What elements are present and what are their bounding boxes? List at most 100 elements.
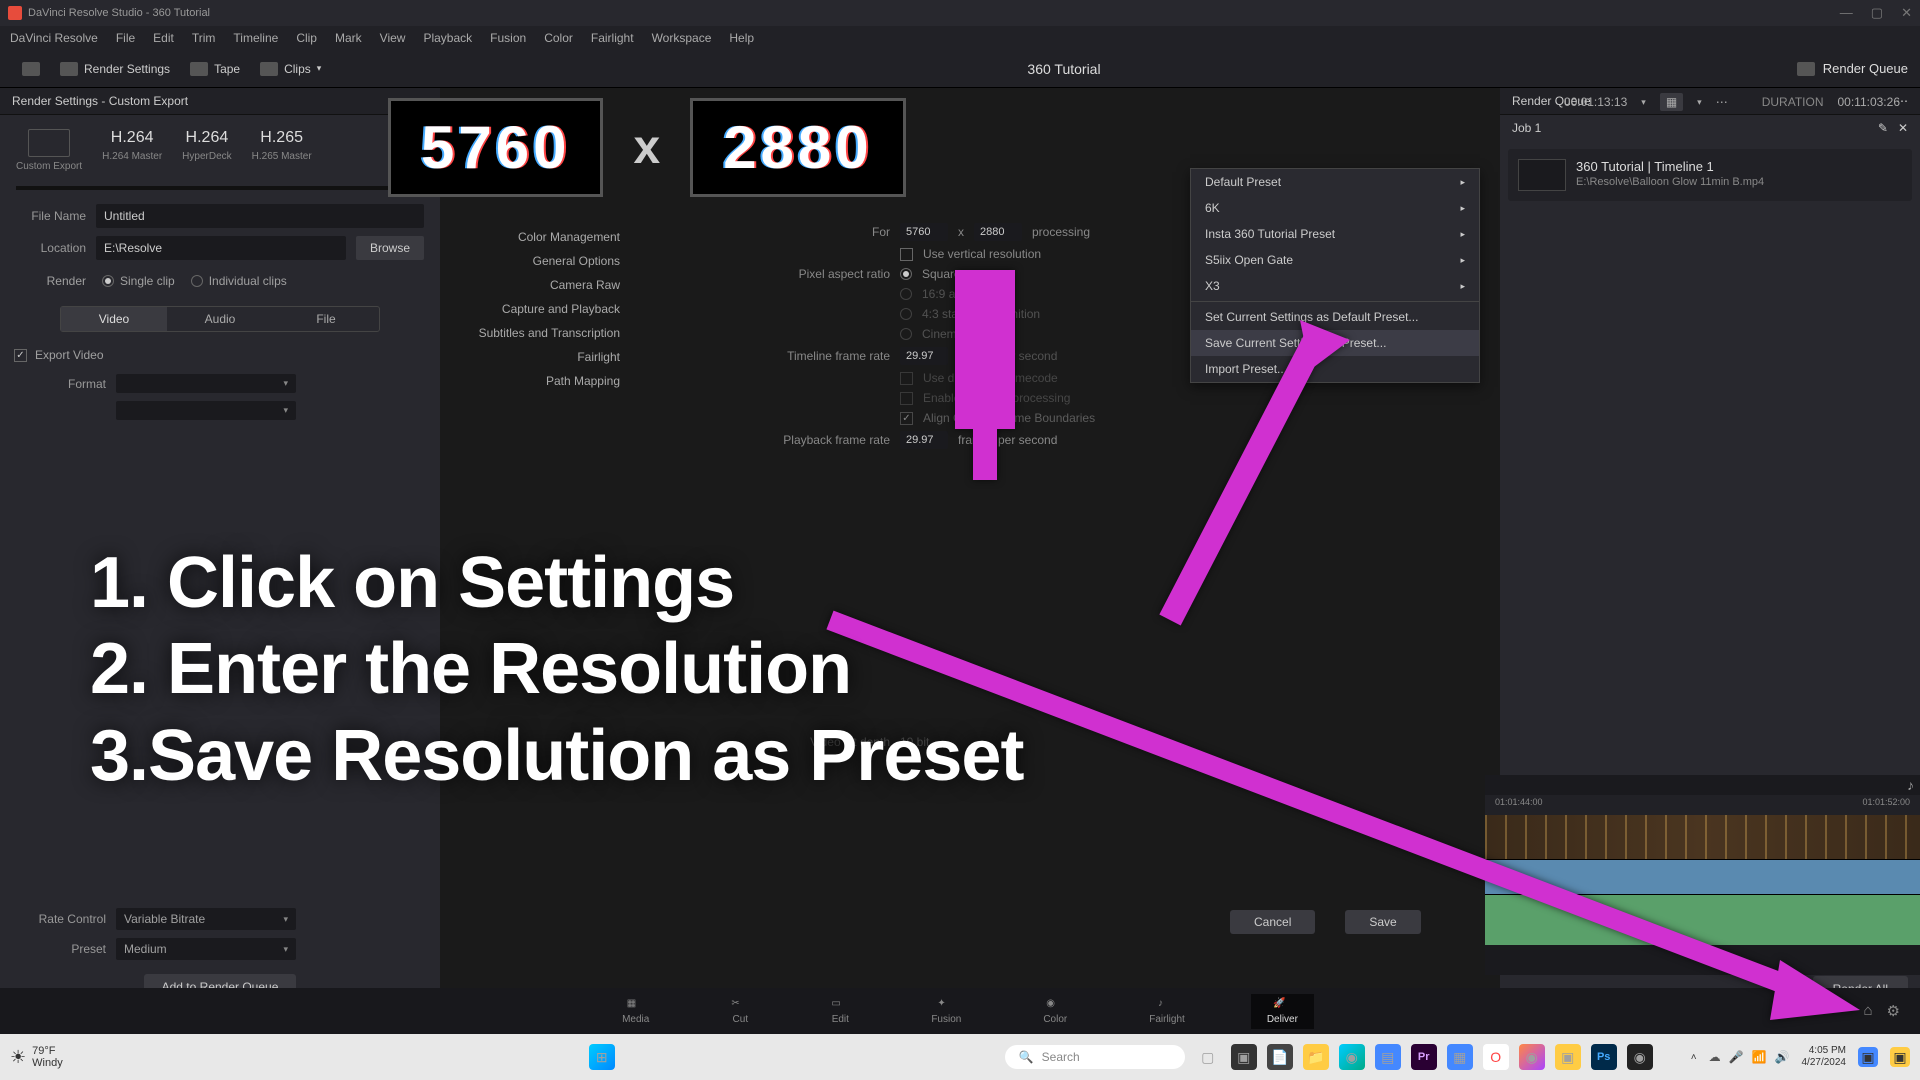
notepad-icon[interactable]: ▤: [1375, 1044, 1401, 1070]
radio-43[interactable]: [900, 308, 912, 320]
nav-media[interactable]: ▦Media: [606, 994, 665, 1029]
vertical-checkbox[interactable]: [900, 248, 913, 261]
music-icon[interactable]: ♪: [1907, 777, 1914, 793]
tray-icon[interactable]: ▣: [1858, 1047, 1878, 1067]
tape-button[interactable]: Tape: [180, 58, 250, 80]
codec-dropdown[interactable]: ▾: [116, 401, 296, 420]
mic-icon[interactable]: 🎤: [1729, 1050, 1744, 1064]
preset-custom[interactable]: Custom Export: [16, 129, 82, 172]
menu-davinci[interactable]: DaVinci Resolve: [10, 31, 98, 45]
menu-color[interactable]: Color: [544, 31, 573, 45]
task-view-icon[interactable]: ▢: [1195, 1044, 1221, 1070]
ctx-6k[interactable]: 6K▸: [1191, 195, 1479, 221]
menu-edit[interactable]: Edit: [153, 31, 174, 45]
tray-icon[interactable]: ▣: [1890, 1047, 1910, 1067]
firefox-icon[interactable]: ◉: [1519, 1044, 1545, 1070]
menu-playback[interactable]: Playback: [423, 31, 472, 45]
timeline-fr-input[interactable]: [900, 347, 948, 365]
cat-path-mapping[interactable]: Path Mapping: [460, 374, 620, 388]
menu-help[interactable]: Help: [729, 31, 754, 45]
edit-icon[interactable]: ✎: [1878, 121, 1888, 135]
tab-audio[interactable]: Audio: [167, 307, 273, 331]
clips-button[interactable]: Clips▾: [250, 58, 331, 80]
timecode[interactable]: 00:01:13:13: [1564, 95, 1627, 109]
preset-hyperdeck[interactable]: H.264 HyperDeck: [182, 129, 231, 172]
rate-control-dropdown[interactable]: Variable Bitrate▾: [116, 908, 296, 930]
height-input[interactable]: [974, 223, 1022, 241]
cat-capture[interactable]: Capture and Playback: [460, 302, 620, 316]
playback-fr-input[interactable]: [900, 431, 948, 449]
cat-fairlight[interactable]: Fairlight: [460, 350, 620, 364]
radio-square[interactable]: [900, 268, 912, 280]
ctx-x3[interactable]: X3▸: [1191, 273, 1479, 299]
clock-date[interactable]: 4/27/2024: [1802, 1057, 1847, 1069]
new-window-button[interactable]: [12, 58, 50, 80]
speaker-icon[interactable]: 🔊: [1775, 1050, 1790, 1064]
gear-icon[interactable]: ⚙: [1887, 1002, 1900, 1020]
file-explorer-icon[interactable]: 📁: [1303, 1044, 1329, 1070]
ctx-insta360[interactable]: Insta 360 Tutorial Preset▸: [1191, 221, 1479, 247]
menu-workspace[interactable]: Workspace: [652, 31, 712, 45]
app-icon[interactable]: ▣: [1231, 1044, 1257, 1070]
tab-video[interactable]: Video: [61, 307, 167, 331]
export-video-checkbox[interactable]: [14, 349, 27, 362]
browse-button[interactable]: Browse: [356, 236, 424, 260]
photoshop-icon[interactable]: Ps: [1591, 1044, 1617, 1070]
render-queue-button[interactable]: Render Queue: [1797, 61, 1908, 76]
cat-color-mgmt[interactable]: Color Management: [460, 230, 620, 244]
minimize-icon[interactable]: —: [1840, 5, 1853, 21]
menu-fusion[interactable]: Fusion: [490, 31, 526, 45]
taskbar-search[interactable]: 🔍 Search: [1005, 1045, 1185, 1069]
menu-fairlight[interactable]: Fairlight: [591, 31, 634, 45]
chevron-up-icon[interactable]: ˄: [1691, 1052, 1697, 1063]
menu-mark[interactable]: Mark: [335, 31, 362, 45]
chevron-down-icon[interactable]: ▾: [1641, 97, 1646, 108]
ctx-default-preset[interactable]: Default Preset▸: [1191, 169, 1479, 195]
render-label: Render: [16, 274, 86, 288]
preset-h265[interactable]: H.265 H.265 Master: [252, 129, 312, 172]
menu-clip[interactable]: Clip: [296, 31, 317, 45]
view-options-icon[interactable]: ▦: [1660, 93, 1683, 111]
wifi-icon[interactable]: 📶: [1752, 1050, 1767, 1064]
cloud-icon[interactable]: ☁: [1709, 1050, 1721, 1064]
location-input[interactable]: [96, 236, 346, 260]
start-button[interactable]: ⊞: [589, 1044, 615, 1070]
arrow-2: [1150, 310, 1370, 630]
premiere-icon[interactable]: Pr: [1411, 1044, 1437, 1070]
app-icon[interactable]: 📄: [1267, 1044, 1293, 1070]
filename-input[interactable]: [96, 204, 424, 228]
opera-icon[interactable]: O: [1483, 1044, 1509, 1070]
menu-file[interactable]: File: [116, 31, 135, 45]
menu-timeline[interactable]: Timeline: [233, 31, 278, 45]
cat-camera-raw[interactable]: Camera Raw: [460, 278, 620, 292]
ctx-s5iix[interactable]: S5iix Open Gate▸: [1191, 247, 1479, 273]
menu-trim[interactable]: Trim: [192, 31, 216, 45]
close-icon[interactable]: ✕: [1901, 5, 1912, 21]
close-icon[interactable]: ✕: [1898, 121, 1908, 135]
clock-time[interactable]: 4:05 PM: [1802, 1045, 1847, 1057]
weather-widget[interactable]: ☀ 79°FWindy: [10, 1045, 63, 1069]
calculator-icon[interactable]: ▦: [1447, 1044, 1473, 1070]
preset-h264-master[interactable]: H.264 H.264 Master: [102, 129, 162, 172]
resolve-icon[interactable]: ◉: [1627, 1044, 1653, 1070]
preset-dropdown[interactable]: Medium▾: [116, 938, 296, 960]
width-input[interactable]: [900, 223, 948, 241]
format-dropdown[interactable]: ▾: [116, 374, 296, 393]
cat-subtitles[interactable]: Subtitles and Transcription: [460, 326, 620, 340]
radio-169[interactable]: [900, 288, 912, 300]
chevron-down-icon[interactable]: ▾: [1697, 97, 1702, 108]
menu-view[interactable]: View: [380, 31, 406, 45]
tab-file[interactable]: File: [273, 307, 379, 331]
edge-icon[interactable]: ◉: [1339, 1044, 1365, 1070]
more-icon[interactable]: ⋯: [1716, 95, 1728, 109]
maximize-icon[interactable]: ▢: [1871, 5, 1883, 21]
render-settings-button[interactable]: Render Settings: [50, 58, 180, 80]
nav-cut[interactable]: ✂Cut: [715, 994, 765, 1029]
panel-header: Render Settings - Custom Export: [0, 88, 440, 115]
radio-cinema[interactable]: [900, 328, 912, 340]
job-card[interactable]: 360 Tutorial | Timeline 1 E:\Resolve\Bal…: [1508, 149, 1912, 201]
cat-general[interactable]: General Options: [460, 254, 620, 268]
app-icon[interactable]: ▣: [1555, 1044, 1581, 1070]
radio-individual-clips[interactable]: Individual clips: [191, 274, 287, 288]
radio-single-clip[interactable]: Single clip: [102, 274, 175, 288]
